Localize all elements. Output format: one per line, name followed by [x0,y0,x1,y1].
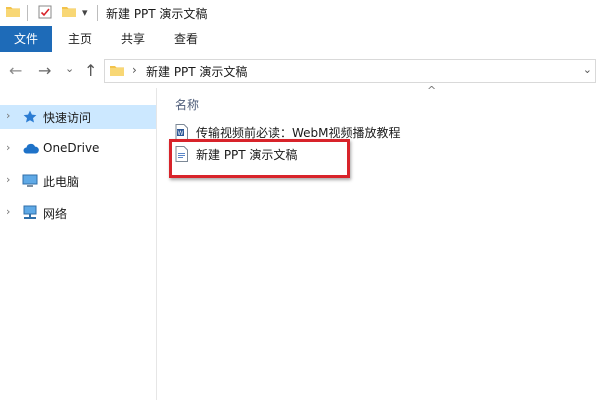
title-bar: ▾ 新建 PPT 演示文稿 [0,0,600,26]
sort-ascending-icon: ^ [427,84,437,97]
file-list-pane: ^ 名称 W 传输视频前必读：WebM视频播放教程 新建 PPT 演示文稿 [157,84,600,400]
address-bar[interactable]: › 新建 PPT 演示文稿 ⌄ [104,59,596,83]
sidebar-item-this-pc[interactable]: › 此电脑 [0,169,156,193]
sidebar-item-label: OneDrive [43,141,100,155]
ribbon: 文件 主页 共享 查看 [0,26,600,53]
network-icon [22,205,38,224]
tab-home[interactable]: 主页 [68,26,92,52]
customize-toolbar-dropdown[interactable]: ▾ [82,6,88,19]
toolbar-separator [97,5,98,21]
address-dropdown-button[interactable]: ⌄ [583,63,592,76]
expand-chevron-icon[interactable]: › [6,205,10,218]
sidebar-item-quick-access[interactable]: › 快速访问 [0,105,156,129]
forward-button[interactable]: → [38,63,51,79]
up-button[interactable]: ↑ [84,63,97,79]
recent-locations-button[interactable]: ⌄ [65,61,74,77]
star-icon [22,109,38,128]
back-button[interactable]: ← [9,63,22,79]
tab-share[interactable]: 共享 [121,26,145,52]
expand-chevron-icon[interactable]: › [6,109,10,122]
tab-file[interactable]: 文件 [0,26,52,52]
computer-icon [22,173,38,192]
breadcrumb-current-folder[interactable]: 新建 PPT 演示文稿 [146,63,247,80]
cloud-icon [22,141,40,160]
toolbar-separator [27,5,28,21]
folder-icon [110,64,124,79]
sidebar-item-label: 网络 [43,207,68,221]
tab-view[interactable]: 查看 [174,26,198,52]
sidebar-item-onedrive[interactable]: › OneDrive [0,137,156,161]
svg-text:W: W [178,131,184,137]
sidebar-item-label: 此电脑 [43,175,80,189]
window-title: 新建 PPT 演示文稿 [106,7,208,21]
breadcrumb-separator[interactable]: › [132,63,137,77]
folder-icon[interactable] [6,5,20,20]
sidebar-item-label: 快速访问 [43,111,92,125]
column-header-name[interactable]: 名称 [175,96,199,113]
new-folder-icon[interactable] [62,5,76,20]
expand-chevron-icon[interactable]: › [6,173,10,186]
sidebar-item-network[interactable]: › 网络 [0,201,156,225]
expand-chevron-icon[interactable]: › [6,141,10,154]
properties-icon[interactable] [38,5,52,22]
highlight-box [169,139,350,178]
navigation-pane: › 快速访问 › OneDrive › 此电脑 › 网络 [0,88,157,400]
